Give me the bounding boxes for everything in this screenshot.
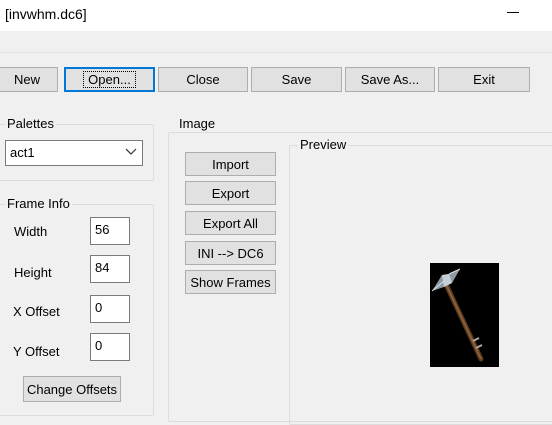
minimize-icon[interactable]: [507, 12, 519, 13]
palette-select-value: act1: [10, 145, 35, 160]
y-offset-field[interactable]: 0: [90, 333, 130, 361]
close-button[interactable]: Close: [158, 67, 248, 92]
preview-legend: Preview: [298, 137, 349, 152]
x-offset-field[interactable]: 0: [90, 295, 130, 323]
height-field[interactable]: 84: [90, 255, 130, 283]
y-offset-label: Y Offset: [13, 344, 60, 359]
exit-button-label: Exit: [473, 72, 495, 87]
export-button[interactable]: Export: [185, 181, 276, 205]
export-button-label: Export: [211, 185, 250, 201]
change-offsets-button[interactable]: Change Offsets: [23, 376, 121, 402]
import-button-label: Import: [212, 156, 249, 172]
ini-to-dc6-button[interactable]: INI --> DC6: [185, 241, 276, 265]
window-title: [invwhm.dc6]: [5, 6, 87, 22]
title-bar: [invwhm.dc6]: [0, 0, 552, 31]
preview-group: [289, 145, 552, 425]
show-frames-button-label: Show Frames: [190, 274, 271, 290]
save-button[interactable]: Save: [251, 67, 342, 92]
save-button-label: Save: [281, 72, 312, 87]
open-button-label: Open...: [83, 71, 136, 88]
export-all-button-label: Export All: [203, 215, 258, 231]
new-button-label: New: [13, 72, 40, 87]
palette-select[interactable]: act1: [5, 140, 143, 166]
height-field-value: 84: [95, 260, 110, 275]
close-button-label: Close: [186, 72, 220, 87]
show-frames-button[interactable]: Show Frames: [185, 270, 276, 294]
change-offsets-button-label: Change Offsets: [26, 381, 118, 397]
import-button[interactable]: Import: [185, 152, 276, 176]
palettes-legend: Palettes: [5, 116, 56, 131]
height-label: Height: [14, 265, 52, 280]
width-field[interactable]: 56: [90, 217, 130, 245]
open-button[interactable]: Open...: [64, 67, 155, 92]
war-hammer-sprite: [431, 268, 484, 362]
x-offset-field-value: 0: [95, 300, 103, 315]
chevron-down-icon[interactable]: [124, 144, 138, 161]
preview-canvas: [430, 263, 499, 367]
width-field-value: 56: [95, 222, 110, 237]
y-offset-field-value: 0: [95, 338, 103, 353]
x-offset-label: X Offset: [13, 304, 60, 319]
ini-to-dc6-button-label: INI --> DC6: [197, 245, 264, 261]
save-as-button[interactable]: Save As...: [345, 67, 435, 92]
save-as-button-label: Save As...: [360, 72, 420, 87]
menu-strip: [0, 31, 552, 53]
export-all-button[interactable]: Export All: [185, 211, 276, 235]
new-button[interactable]: New: [0, 67, 58, 92]
width-label: Width: [14, 224, 48, 239]
exit-button[interactable]: Exit: [438, 67, 530, 92]
frame-info-legend: Frame Info: [5, 196, 72, 211]
image-legend: Image: [177, 116, 218, 131]
